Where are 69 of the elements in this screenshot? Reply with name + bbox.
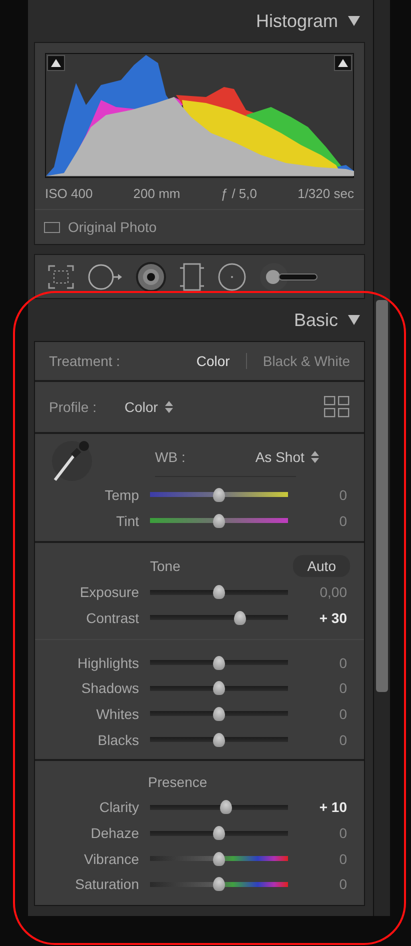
slider-thumb[interactable]: [213, 656, 225, 670]
slider-label: Tint: [115, 512, 139, 529]
slider-value: 0: [338, 876, 347, 892]
circle-icon[interactable]: [217, 262, 247, 292]
slider-thumb[interactable]: [213, 877, 225, 892]
slider-value: + 10: [318, 799, 347, 816]
slider-thumb[interactable]: [213, 706, 225, 721]
slider-value: 0: [338, 706, 347, 722]
slider-label: Highlights: [76, 654, 139, 671]
slider-label: Dehaze: [90, 825, 139, 842]
slider-thumb[interactable]: [213, 585, 225, 600]
profile-label: Profile :: [49, 399, 96, 415]
collapse-triangle-icon[interactable]: [348, 16, 360, 26]
slider-value: 0: [338, 680, 347, 696]
exif-info: ƒ / 5,0: [220, 186, 257, 201]
dropdown-value: As Shot: [255, 449, 304, 465]
slider-label: Temp: [104, 486, 139, 503]
up-down-arrows-icon: [164, 401, 173, 413]
slider-thumb[interactable]: [220, 800, 232, 814]
slider-value: 0: [338, 654, 347, 671]
slider-thumb[interactable]: [234, 610, 246, 625]
panel-title[interactable]: Histogram: [256, 10, 338, 32]
auto-button[interactable]: Auto: [293, 555, 350, 578]
clipping-warning-icon[interactable]: [47, 55, 65, 71]
exif-info: 200 mm: [133, 186, 180, 201]
checkbox[interactable]: [44, 222, 60, 232]
treatment-label: Treatment :: [49, 353, 120, 369]
exif-info: ISO 400: [45, 186, 93, 201]
slider-label: Blacks: [96, 732, 139, 748]
slider-thumb[interactable]: [213, 852, 225, 866]
crop-overlay-icon[interactable]: [47, 264, 75, 290]
slider-value: 0: [338, 732, 347, 748]
slider-thumb[interactable]: [213, 514, 225, 528]
slider-value: 0,00: [318, 584, 347, 600]
up-down-arrows-icon: [311, 451, 320, 463]
dropdown-value: Color: [124, 399, 158, 415]
slider-thumb[interactable]: [213, 681, 225, 696]
slider-thumb[interactable]: [213, 488, 225, 502]
slider-value: 0: [338, 825, 347, 842]
collapse-triangle-icon[interactable]: [348, 315, 360, 325]
slider-thumb[interactable]: [213, 826, 225, 840]
checkbox-label[interactable]: Original Photo: [68, 219, 157, 235]
eyedropper-icon[interactable]: [49, 438, 95, 484]
treatment-option[interactable]: Color: [196, 353, 230, 369]
grid-icon[interactable]: [324, 396, 350, 418]
panel-title[interactable]: Basic: [294, 310, 338, 330]
slider-label: Shadows: [80, 680, 139, 696]
slider-value: 0: [338, 486, 347, 503]
slider-label: Contrast: [85, 610, 139, 626]
wb-label: WB :: [155, 449, 186, 465]
slider-value: 0: [338, 512, 347, 529]
slider-value: + 30: [318, 610, 347, 626]
scrollbar-thumb[interactable]: [376, 300, 388, 692]
section-title: Tone: [150, 558, 180, 574]
slider-label: Clarity: [98, 799, 139, 816]
slider-thumb[interactable]: [213, 732, 225, 747]
slider-label: Saturation: [74, 876, 139, 892]
section-title: Presence: [148, 774, 208, 790]
slider-label: Exposure: [78, 584, 139, 600]
clipping-warning-icon[interactable]: [334, 55, 352, 71]
rectangle-icon[interactable]: [179, 262, 205, 292]
circle-arrow-icon[interactable]: [87, 262, 123, 290]
exif-info: 1/320 sec: [298, 186, 354, 201]
eye-icon[interactable]: [135, 260, 167, 292]
slider-label: Whites: [95, 706, 139, 722]
slider-label: Vibrance: [82, 850, 139, 867]
profile-dropdown[interactable]: Color: [124, 399, 173, 415]
wb-dropdown[interactable]: As Shot: [255, 449, 320, 465]
slider-value: 0: [338, 850, 347, 867]
